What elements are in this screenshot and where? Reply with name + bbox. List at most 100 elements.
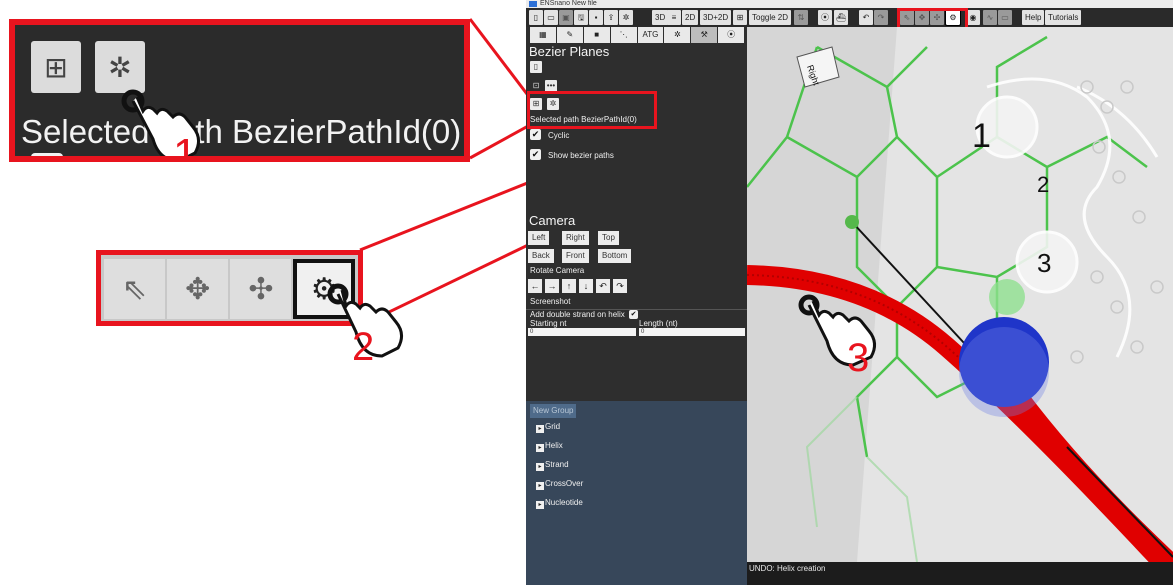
left-panel: ▦ ✎ ■ ⋱ ATG ✲ ⚒ ⦿ Bezier Planes ▯ ⊡ ••• …: [526, 27, 747, 585]
new-group-button[interactable]: New Group: [530, 404, 577, 418]
step-number-2: 2: [352, 325, 374, 369]
camera-title: Camera: [529, 213, 576, 228]
new-bezier-plane-icon[interactable]: ▯: [530, 61, 542, 73]
add-bezier-plane-icon: ⊞: [31, 41, 81, 93]
save-disabled-icon[interactable]: ▣: [559, 10, 573, 25]
length-input[interactable]: 0: [639, 328, 745, 336]
tab-settings[interactable]: ✲: [664, 27, 691, 43]
open-folder-icon[interactable]: ▭: [544, 10, 558, 25]
expand-arrow-icon[interactable]: ▸: [536, 501, 544, 509]
select-tool-icon: ⇖: [104, 259, 166, 319]
show-bezier-label: Show bezier paths: [548, 151, 614, 160]
rotate-right-icon[interactable]: →: [545, 279, 559, 293]
rotate-ccw-icon[interactable]: ↶: [596, 279, 610, 293]
view-2d-button[interactable]: 2D: [682, 10, 699, 25]
rotate-up-icon[interactable]: ↑: [562, 279, 576, 293]
zoom-callout-bezier-buttons: ⊞ ✲ Selected path BezierPathId(0) 1: [9, 19, 470, 162]
pointing-hand-2-icon: 2: [327, 283, 403, 369]
tree-item-grid[interactable]: ▸ Grid: [536, 422, 560, 433]
section-title: Bezier Planes: [529, 44, 610, 59]
camera-left-button[interactable]: Left: [528, 231, 550, 245]
zoom-checkbox-edge: [31, 153, 63, 156]
tree-item-label: CrossOver: [545, 479, 584, 488]
bezier-buttons-highlight: [527, 91, 657, 129]
step-marker-3: 3: [1037, 248, 1051, 278]
expand-arrow-icon[interactable]: ▸: [536, 444, 544, 452]
tree-item-label: Nucleotide: [545, 498, 583, 507]
tab-simulation[interactable]: ⦿: [718, 27, 744, 43]
sphere-render-icon[interactable]: ◉: [966, 10, 980, 25]
pointing-hand-3-icon: 3: [798, 294, 876, 375]
save-icon[interactable]: 🖫: [574, 10, 588, 25]
camera-fit-icon[interactable]: ⦿: [818, 10, 832, 25]
viewport-3d[interactable]: Right 1 2 3 3: [747, 27, 1173, 562]
organizer-tree: New Group ▸ Grid ▸ Helix ▸ Strand ▸ CrossOve…: [526, 401, 747, 585]
step-number-1: 1: [173, 130, 197, 162]
view-3d2d-button[interactable]: 3D+2D: [700, 10, 732, 25]
helix-icon[interactable]: ∿: [983, 10, 997, 25]
tree-item-helix[interactable]: ▸ Helix: [536, 441, 563, 452]
split-view-icon[interactable]: ≡: [667, 10, 681, 25]
tab-grid[interactable]: ▦: [530, 27, 556, 43]
add-double-strand-label: Add double strand on helix: [530, 310, 625, 319]
tree-item-label: Grid: [545, 422, 561, 431]
view-3d-button[interactable]: 3D: [652, 10, 669, 25]
tab-bezier[interactable]: ⚒: [691, 27, 718, 43]
step-marker-2: 2: [1037, 172, 1049, 197]
rotate-tool-icon: ✣: [230, 259, 292, 319]
camera-front-button[interactable]: Front: [562, 249, 589, 263]
cyclic-label: Cyclic: [548, 131, 570, 140]
translate-tool-icon: ✥: [167, 259, 229, 319]
main-toolbar: ▯ ▭ ▣ 🖫 ▪ ⇪ ✲ 3D ≡ 2D 3D+2D ⊞ Toggle 2D …: [526, 8, 1173, 33]
window-title: ENSnano New file: [540, 0, 597, 7]
rotate-camera-label: Rotate Camera: [530, 266, 585, 275]
expand-arrow-icon[interactable]: ▸: [536, 463, 544, 471]
split-2d-icon[interactable]: ⊞: [733, 10, 747, 25]
app-icon: [529, 1, 537, 7]
export-icon[interactable]: ⇪: [604, 10, 618, 25]
grid-icon[interactable]: ▭: [998, 10, 1012, 25]
add-double-strand-checkbox[interactable]: ✔: [629, 310, 638, 319]
starting-nt-input[interactable]: 0: [528, 328, 636, 336]
tab-sequence[interactable]: ATG: [637, 27, 664, 43]
undo-icon[interactable]: ↶: [859, 10, 873, 25]
cyclic-checkbox[interactable]: ✔: [530, 129, 541, 140]
app-window: ENSnano New file ▯ ▭ ▣ 🖫 ▪ ⇪ ✲ 3D ≡ 2D 3…: [526, 0, 1173, 585]
settings-gear-icon[interactable]: ✲: [619, 10, 633, 25]
title-bar: ENSnano New file: [526, 0, 1173, 8]
tree-item-strand[interactable]: ▸ Strand: [536, 460, 569, 471]
save-as-icon[interactable]: ▪: [589, 10, 603, 25]
rotate-down-icon[interactable]: ↓: [579, 279, 593, 293]
expand-arrow-icon[interactable]: ▸: [536, 482, 544, 490]
camera-bottom-button[interactable]: Bottom: [598, 249, 632, 263]
expand-arrow-icon[interactable]: ▸: [536, 425, 544, 433]
tab-edit[interactable]: ✎: [556, 27, 583, 43]
redo-icon[interactable]: ↷: [874, 10, 888, 25]
tree-item-label: Strand: [545, 460, 569, 469]
help-button[interactable]: Help: [1022, 10, 1045, 25]
tutorials-button[interactable]: Tutorials: [1045, 10, 1082, 25]
pointing-hand-1-icon: 1: [121, 89, 200, 162]
tree-item-crossover[interactable]: ▸ CrossOver: [536, 479, 583, 490]
camera-right-button[interactable]: Right: [562, 231, 589, 245]
rotate-left-icon[interactable]: ←: [528, 279, 542, 293]
new-file-icon[interactable]: ▯: [529, 10, 543, 25]
flip-icon[interactable]: ⇅: [794, 10, 808, 25]
tree-item-label: Helix: [545, 441, 563, 450]
camera-top-button[interactable]: Top: [598, 231, 619, 245]
step-marker-1: 1: [972, 117, 991, 155]
step-number-3: 3: [847, 336, 869, 375]
tab-path[interactable]: ⋱: [610, 27, 637, 43]
show-bezier-checkbox[interactable]: ✔: [530, 149, 541, 160]
rotate-cw-icon[interactable]: ↷: [613, 279, 627, 293]
zoom-selected-path-label: Selected path BezierPathId(0): [21, 113, 462, 150]
starting-nt-label: Starting nt: [530, 319, 567, 328]
tree-item-nucleotide[interactable]: ▸ Nucleotide: [536, 498, 583, 509]
status-bar: UNDO: Helix creation: [747, 562, 1173, 585]
toggle-2d-button[interactable]: Toggle 2D: [749, 10, 792, 25]
screenshot-label: Screenshot: [530, 297, 571, 306]
camera-back-button[interactable]: Back: [528, 249, 554, 263]
length-label: Length (nt): [639, 319, 678, 328]
ship-icon[interactable]: ⛴: [834, 10, 848, 25]
tab-camera[interactable]: ■: [583, 27, 610, 43]
